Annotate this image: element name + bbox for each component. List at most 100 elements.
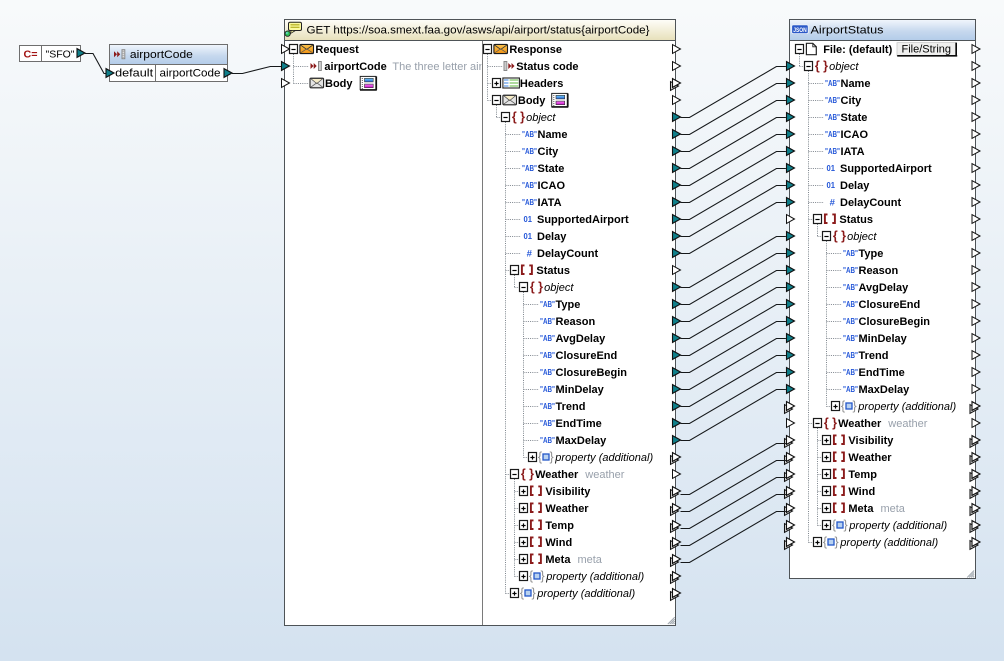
svg-text:property (additional): property (additional) xyxy=(545,571,644,583)
svg-text:{: { xyxy=(832,518,836,532)
svg-text:{: { xyxy=(824,416,829,430)
svg-text:"AB": "AB" xyxy=(843,266,858,275)
svg-text:SupportedAirport: SupportedAirport xyxy=(840,163,932,175)
svg-text:City: City xyxy=(841,95,863,107)
svg-text:File/String: File/String xyxy=(902,44,952,56)
svg-text:Delay: Delay xyxy=(840,180,870,192)
svg-text:Type: Type xyxy=(859,248,884,260)
svg-text:{: { xyxy=(815,59,820,73)
svg-text:{: { xyxy=(520,586,524,600)
svg-text:Visibility: Visibility xyxy=(848,435,894,447)
svg-text:IATA: IATA xyxy=(538,197,562,209)
svg-text:MaxDelay: MaxDelay xyxy=(859,384,911,396)
svg-text:Name: Name xyxy=(841,78,871,90)
svg-text:AvgDelay: AvgDelay xyxy=(859,282,910,294)
svg-text:AvgDelay: AvgDelay xyxy=(556,333,607,345)
svg-text:ICAO: ICAO xyxy=(841,129,869,141)
svg-text:"AB": "AB" xyxy=(522,147,537,156)
svg-text:"AB": "AB" xyxy=(540,419,555,428)
svg-text:"AB": "AB" xyxy=(843,283,858,292)
svg-text:"AB": "AB" xyxy=(540,334,555,343)
svg-text:"AB": "AB" xyxy=(540,351,555,360)
svg-text:{: { xyxy=(841,399,845,413)
svg-text:airportCode: airportCode xyxy=(324,61,386,73)
svg-text:object: object xyxy=(544,282,574,294)
svg-text:"AB": "AB" xyxy=(843,334,858,343)
svg-text:GET https://soa.smext.faa.gov/: GET https://soa.smext.faa.gov/asws/api/a… xyxy=(307,25,650,37)
svg-text:City: City xyxy=(538,146,560,158)
svg-text:01: 01 xyxy=(827,164,836,173)
svg-text:}: } xyxy=(841,229,846,243)
svg-text:"AB": "AB" xyxy=(843,249,858,258)
svg-text:"AB": "AB" xyxy=(825,96,840,105)
svg-text:Reason: Reason xyxy=(556,316,596,328)
svg-text:property (additional): property (additional) xyxy=(554,452,653,464)
svg-text:}: } xyxy=(853,399,857,413)
svg-text:01: 01 xyxy=(524,215,533,224)
svg-text:"AB": "AB" xyxy=(522,181,537,190)
svg-text:Weather: Weather xyxy=(545,503,589,515)
svg-text:Delay: Delay xyxy=(537,231,567,243)
svg-text:default: default xyxy=(115,68,153,80)
svg-text:Temp: Temp xyxy=(545,520,574,532)
svg-text:Type: Type xyxy=(556,299,581,311)
svg-text:"AB": "AB" xyxy=(825,147,840,156)
svg-text:{: { xyxy=(521,467,526,481)
svg-text:}: } xyxy=(844,518,848,532)
svg-text:SupportedAirport: SupportedAirport xyxy=(537,214,629,226)
svg-text:"AB": "AB" xyxy=(540,385,555,394)
svg-text:Status code: Status code xyxy=(516,61,578,73)
svg-text:"AB": "AB" xyxy=(825,113,840,122)
svg-text:State: State xyxy=(538,163,565,175)
svg-text:"AB": "AB" xyxy=(540,368,555,377)
svg-text:Body: Body xyxy=(518,95,546,107)
svg-text:"AB": "AB" xyxy=(540,300,555,309)
svg-text:Request: Request xyxy=(315,44,359,56)
svg-text:airportCode: airportCode xyxy=(130,49,193,61)
svg-text:}: } xyxy=(832,416,837,430)
svg-text:"AB": "AB" xyxy=(843,368,858,377)
svg-text:EndTime: EndTime xyxy=(859,367,905,379)
svg-text:#: # xyxy=(527,249,533,260)
svg-text:airportCode: airportCode xyxy=(160,68,221,80)
svg-text:EndTime: EndTime xyxy=(556,418,602,430)
svg-text:"AB": "AB" xyxy=(825,79,840,88)
svg-text:property (additional): property (additional) xyxy=(848,520,947,532)
svg-text:"AB": "AB" xyxy=(522,130,537,139)
svg-text:Temp: Temp xyxy=(848,469,877,481)
svg-text:{: { xyxy=(512,110,517,124)
svg-text:"AB": "AB" xyxy=(540,402,555,411)
svg-text:ClosureEnd: ClosureEnd xyxy=(859,299,921,311)
svg-text:property (additional): property (additional) xyxy=(839,537,938,549)
svg-text:Visibility: Visibility xyxy=(545,486,591,498)
svg-text:object: object xyxy=(829,61,859,73)
svg-text:MinDelay: MinDelay xyxy=(556,384,605,396)
svg-text:State: State xyxy=(841,112,868,124)
svg-text:ClosureBegin: ClosureBegin xyxy=(556,367,628,379)
svg-text:AirportStatus: AirportStatus xyxy=(811,25,885,37)
svg-text:Status: Status xyxy=(536,265,570,277)
svg-text:Trend: Trend xyxy=(556,401,586,413)
svg-text:MaxDelay: MaxDelay xyxy=(556,435,608,447)
svg-text:Name: Name xyxy=(538,129,568,141)
svg-text:}: } xyxy=(835,535,839,549)
svg-text:01: 01 xyxy=(524,232,533,241)
svg-text:MinDelay: MinDelay xyxy=(859,333,908,345)
svg-text:JSON: JSON xyxy=(793,27,807,34)
svg-text:File: (default): File: (default) xyxy=(823,44,892,56)
svg-text:IATA: IATA xyxy=(841,146,865,158)
svg-text:"AB": "AB" xyxy=(540,317,555,326)
svg-text:"AB": "AB" xyxy=(843,317,858,326)
svg-text:Weather: Weather xyxy=(848,452,892,464)
svg-text:ClosureBegin: ClosureBegin xyxy=(859,316,931,328)
svg-text:"AB": "AB" xyxy=(843,300,858,309)
svg-text:}: } xyxy=(541,569,545,583)
svg-text:property (additional): property (additional) xyxy=(536,588,635,600)
svg-text:}: } xyxy=(532,586,536,600)
svg-text:"SFO": "SFO" xyxy=(46,48,75,60)
svg-text:DelayCount: DelayCount xyxy=(537,248,598,260)
svg-text:"AB": "AB" xyxy=(843,351,858,360)
svg-text:Reason: Reason xyxy=(859,265,899,277)
svg-text:ClosureEnd: ClosureEnd xyxy=(556,350,618,362)
svg-text:ICAO: ICAO xyxy=(538,180,566,192)
